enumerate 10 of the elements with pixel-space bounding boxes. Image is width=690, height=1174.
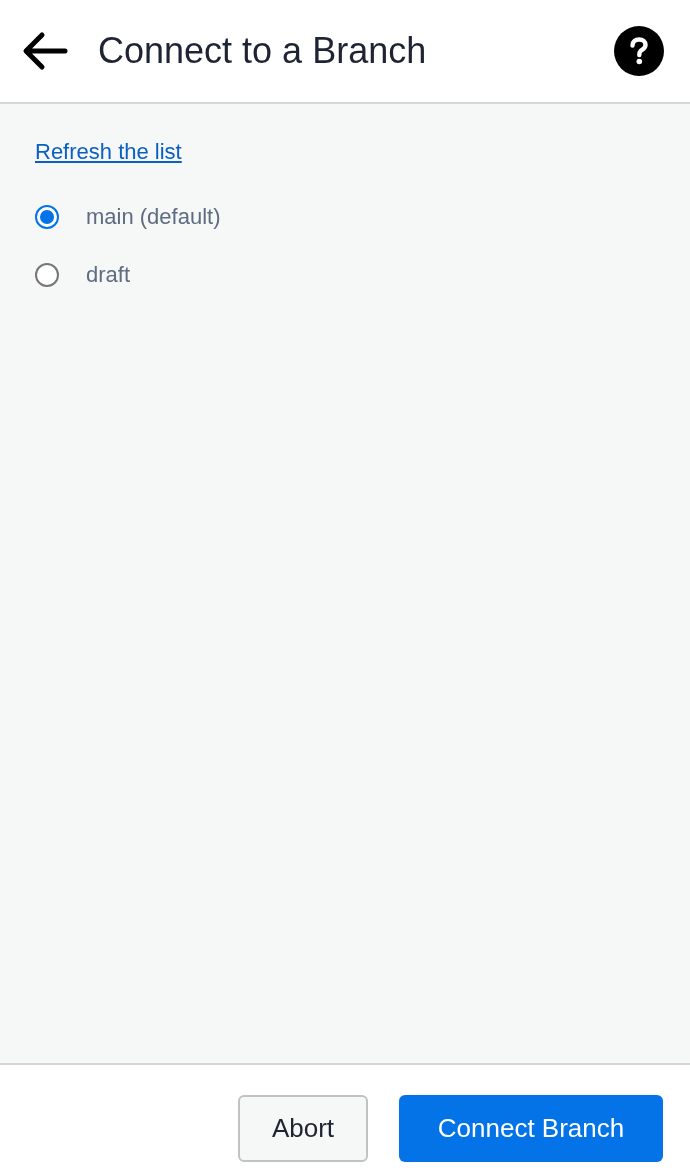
page-title: Connect to a Branch bbox=[98, 30, 428, 72]
connect-button[interactable]: Connect Branch bbox=[399, 1095, 663, 1162]
branch-label[interactable]: draft bbox=[86, 262, 131, 288]
back-arrow-icon[interactable] bbox=[22, 31, 68, 71]
abort-button[interactable]: Abort bbox=[238, 1095, 368, 1162]
branch-label[interactable]: main (default) bbox=[86, 204, 221, 230]
help-icon[interactable] bbox=[614, 26, 664, 76]
refresh-link[interactable]: Refresh the list bbox=[35, 138, 182, 166]
radio-button[interactable] bbox=[35, 205, 59, 229]
radio-button[interactable] bbox=[35, 263, 59, 287]
